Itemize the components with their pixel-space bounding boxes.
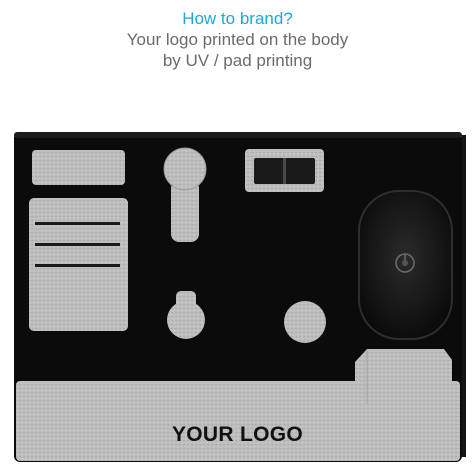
product-illustration [14,132,466,462]
strap-divider [283,158,286,184]
pocket-slit-2 [35,243,120,246]
wireless-charging-pad [358,190,453,340]
pocket-slit-1 [35,222,120,225]
elastic-strap [245,149,324,192]
power-bank-pocket [355,349,452,404]
document-pocket [29,198,128,331]
card-pocket [32,150,125,185]
your-logo-text: YOUR LOGO [171,423,304,446]
case-right-edge [462,135,466,457]
round-pad [284,301,326,343]
pocket-slit-3 [35,264,120,267]
case-top-edge [14,132,462,138]
